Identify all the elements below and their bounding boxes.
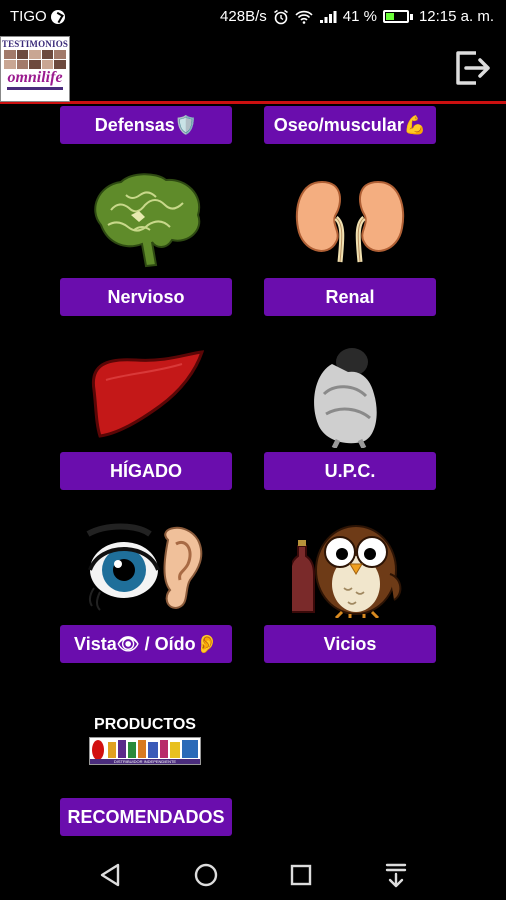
upc-button[interactable]: U.P.C. [264, 452, 436, 490]
liver-icon[interactable] [86, 350, 204, 440]
status-bar: TIGO 428B/s 41 % 12:15 a. m. [0, 0, 506, 34]
productos-subtitle: DISTRIBUIDOR INDEPENDIENTE [90, 759, 200, 764]
defensas-button[interactable]: Defensas🛡️ [60, 106, 232, 144]
navigation-bar [0, 848, 506, 900]
logo-underline [7, 87, 63, 90]
renal-button[interactable]: Renal [264, 278, 436, 316]
oseo-muscular-button[interactable]: Oseo/muscular💪 [264, 106, 436, 144]
recents-icon[interactable] [286, 860, 316, 890]
battery-percent: 41 % [342, 8, 377, 25]
higado-button[interactable]: HÍGADO [60, 452, 232, 490]
battery-icon [382, 10, 413, 23]
eye-ear-icon[interactable] [86, 520, 206, 612]
data-saver-icon [50, 9, 65, 24]
exit-icon[interactable] [452, 48, 492, 88]
home-icon[interactable] [191, 860, 221, 890]
status-left: TIGO [10, 8, 65, 25]
app-bar: TESTIMONIOS omnilife [0, 34, 506, 104]
carrier-label: TIGO [10, 8, 47, 25]
vicios-button[interactable]: Vicios [264, 625, 436, 663]
nervioso-button[interactable]: Nervioso [60, 278, 232, 316]
net-speed: 428B/s [220, 8, 267, 25]
logo-brand: omnilife [7, 69, 63, 86]
recomendados-button[interactable]: RECOMENDADOS [60, 798, 232, 836]
back-icon[interactable] [96, 860, 126, 890]
status-right: 428B/s 41 % 12:15 a. m. [220, 8, 494, 25]
vista-oido-button[interactable]: Vista👁 / Oído👂 [60, 625, 232, 663]
notification-down-icon[interactable] [381, 860, 411, 890]
logo-title: TESTIMONIOS [1, 39, 69, 49]
wifi-icon [295, 10, 313, 24]
brain-icon[interactable] [86, 170, 206, 270]
kidneys-icon[interactable] [292, 178, 408, 266]
person-crouching-icon[interactable] [304, 344, 384, 448]
signal-icon [319, 10, 337, 23]
clock: 12:15 a. m. [418, 8, 494, 25]
productos-image: DISTRIBUIDOR INDEPENDIENTE [89, 737, 201, 765]
owl-bottle-icon[interactable] [292, 518, 408, 618]
logo-photo-grid [1, 49, 69, 70]
alarm-icon [273, 9, 288, 24]
productos-logo[interactable]: PRODUCTOS DISTRIBUIDOR INDEPENDIENTE [86, 716, 204, 770]
testimonios-logo[interactable]: TESTIMONIOS omnilife [0, 36, 70, 102]
productos-title: PRODUCTOS [94, 716, 196, 733]
